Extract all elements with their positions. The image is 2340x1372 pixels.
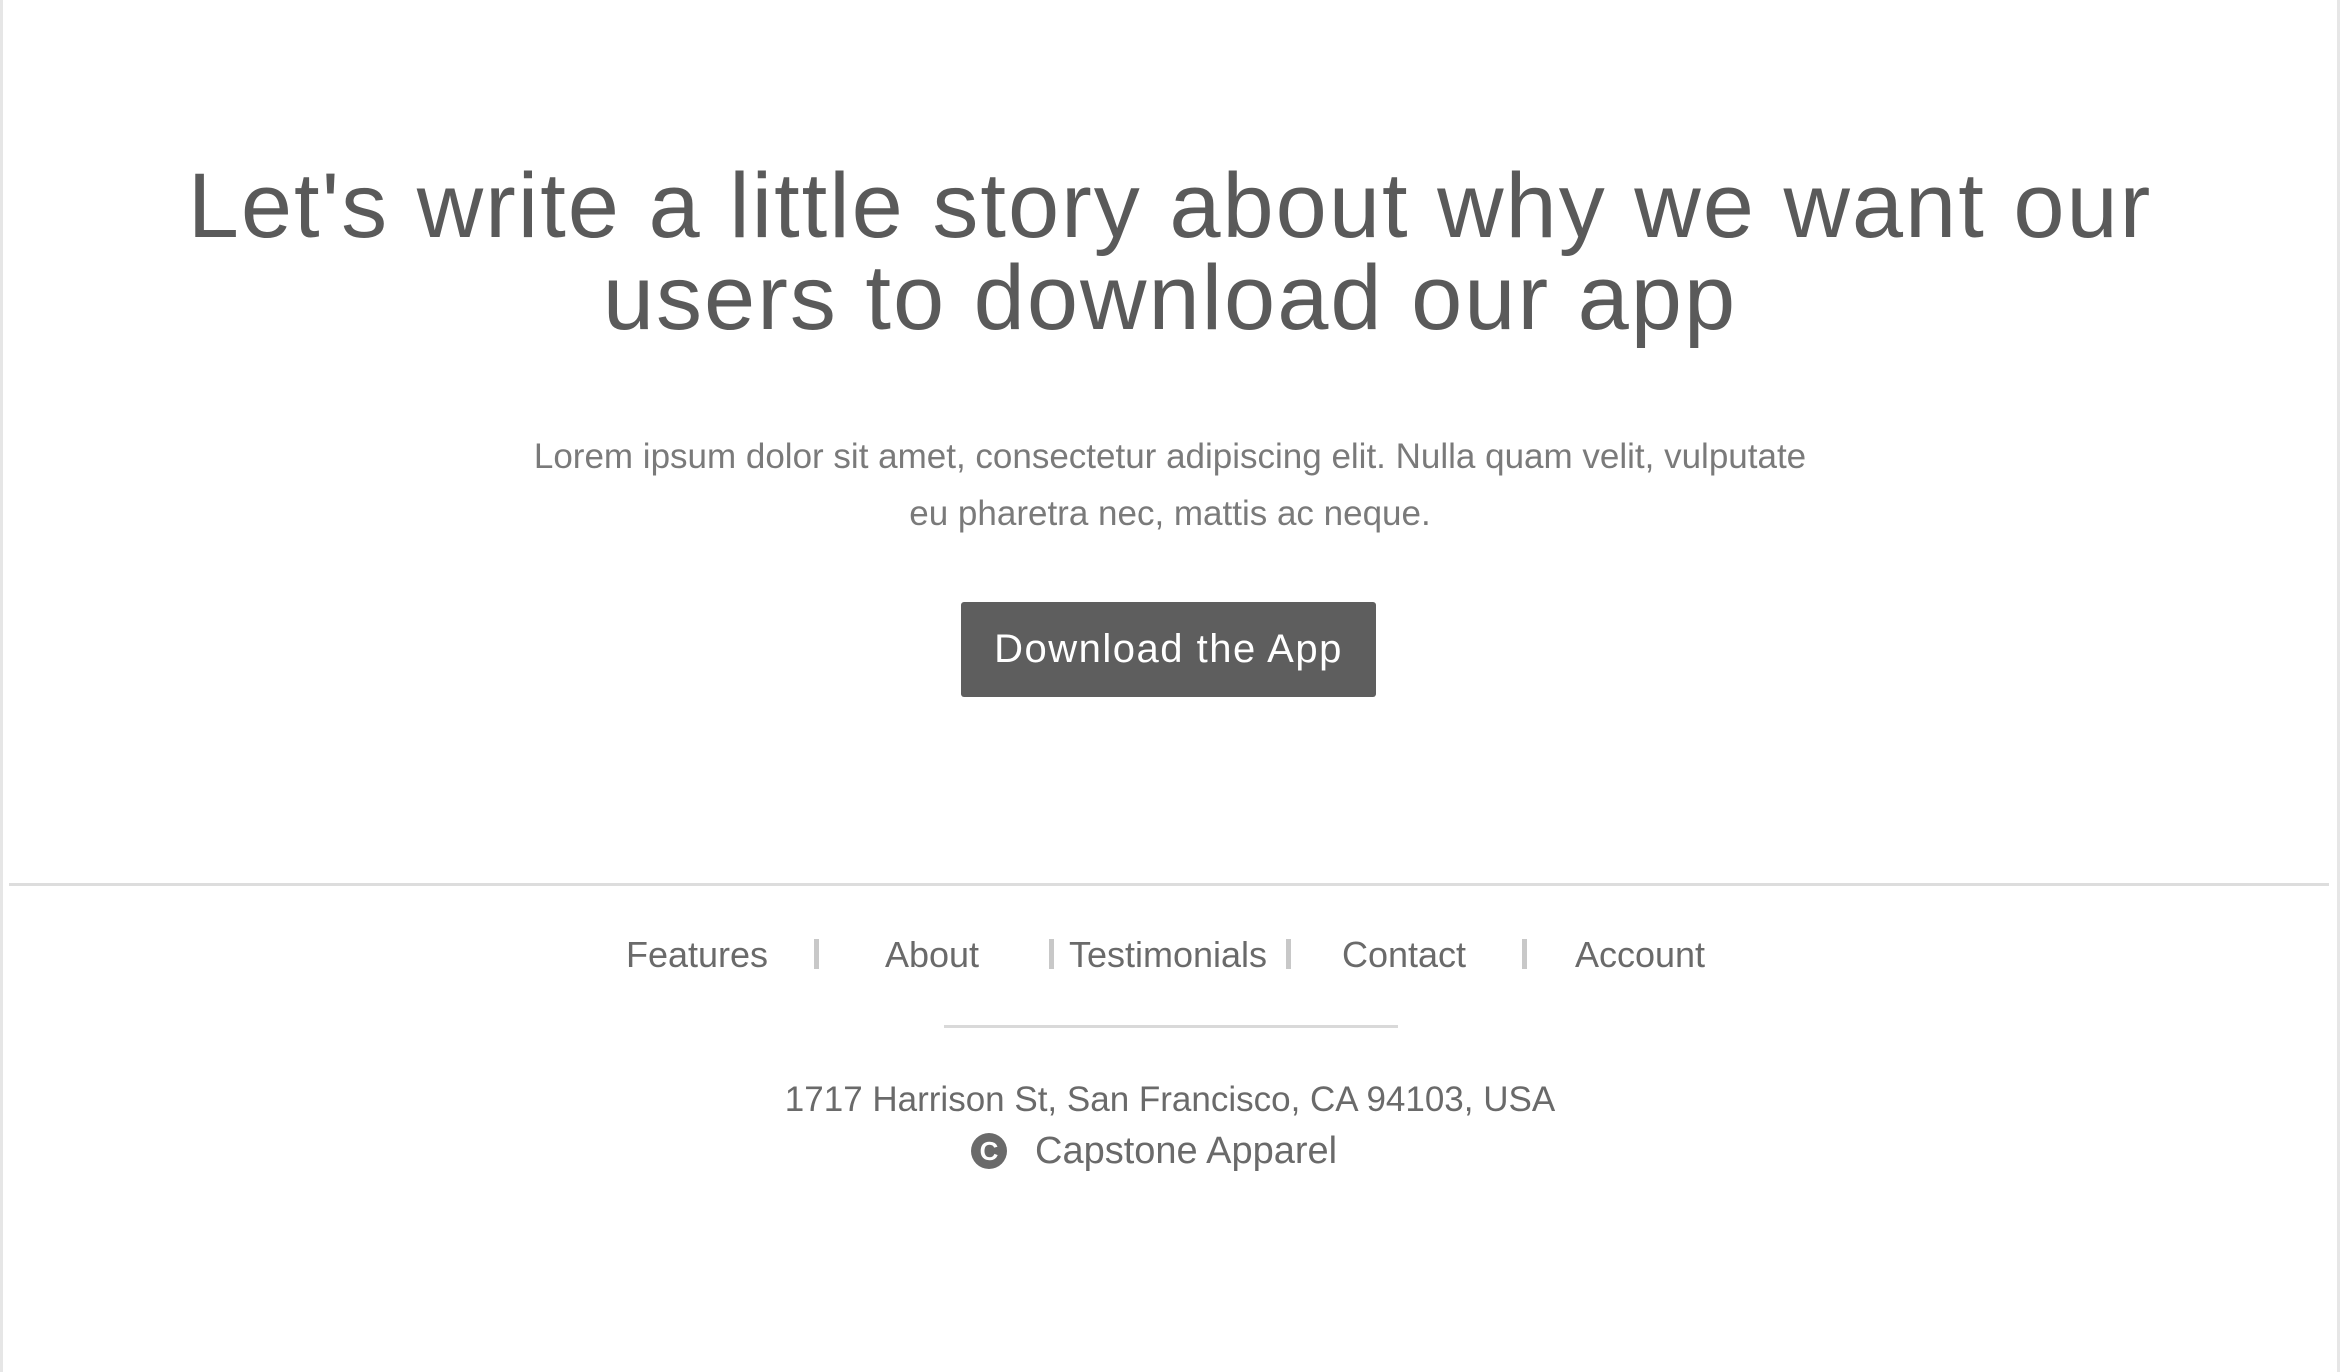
- company-name: Capstone Apparel: [1035, 1129, 1338, 1172]
- nav-separator: [1522, 939, 1527, 969]
- nav-separator: [1049, 939, 1054, 969]
- footer-nav-about[interactable]: About: [885, 930, 979, 980]
- footer-copyright: C Capstone Apparel: [971, 1126, 1337, 1176]
- hero-subtext: Lorem ipsum dolor sit amet, consectetur …: [533, 437, 1807, 533]
- footer-nav-account[interactable]: Account: [1575, 930, 1705, 980]
- footer-nav-testimonials[interactable]: Testimonials: [1069, 930, 1267, 980]
- nav-separator: [814, 939, 819, 969]
- hero-section: Let's write a little story about why we …: [3, 160, 2337, 542]
- page: Let's write a little story about why we …: [0, 0, 2340, 1372]
- hero-headline: Let's write a little story about why we …: [187, 155, 2153, 349]
- footer-nav-contact[interactable]: Contact: [1342, 930, 1466, 980]
- footer-nav-features[interactable]: Features: [626, 930, 768, 980]
- footer-nav: Features About Testimonials Contact Acco…: [3, 930, 2337, 980]
- nav-separator: [1286, 939, 1291, 969]
- download-app-button[interactable]: Download the App: [961, 602, 1376, 697]
- copyright-icon: C: [971, 1133, 1007, 1169]
- footer-short-divider: [944, 1025, 1398, 1028]
- footer-address: 1717 Harrison St, San Francisco, CA 9410…: [784, 1080, 1556, 1119]
- footer-divider: [9, 883, 2329, 886]
